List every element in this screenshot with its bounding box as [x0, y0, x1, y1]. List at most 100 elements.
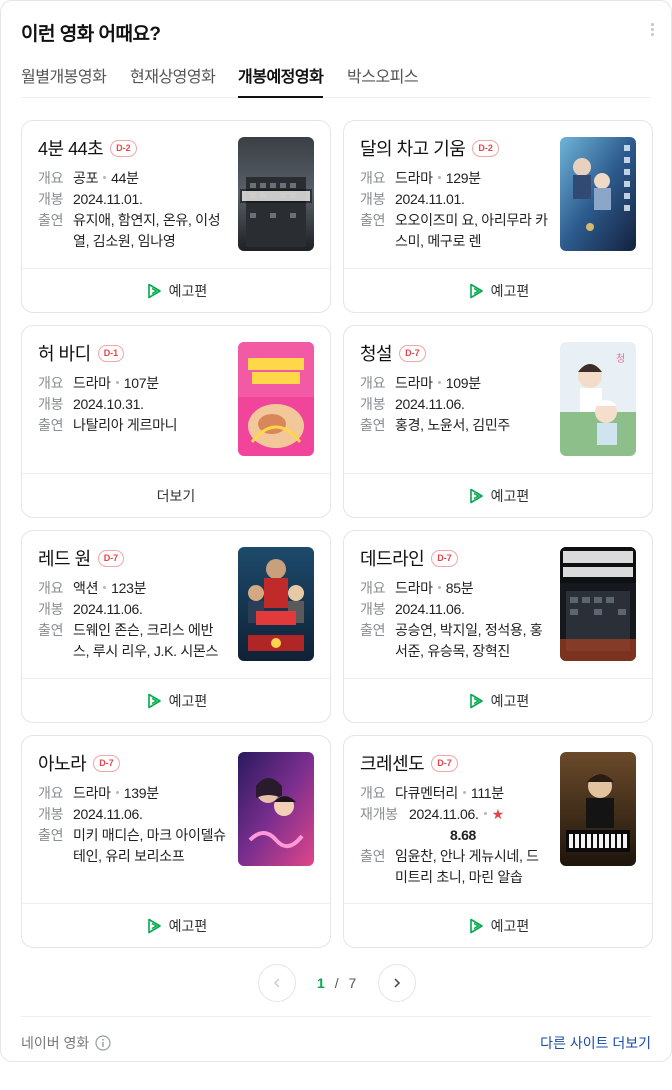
cast-label: 출연 — [38, 212, 64, 228]
movie-title[interactable]: 크레센도 — [360, 750, 425, 776]
movie-title[interactable]: 청설 — [360, 340, 393, 366]
source-label: 네이버 영화 — [21, 1035, 90, 1051]
trailer-button[interactable]: 예고편 — [22, 268, 330, 312]
movie-poster[interactable] — [238, 547, 314, 661]
trailer-label: 예고편 — [168, 917, 208, 934]
movie-card[interactable]: 4분 44초 D-2 개요 공포 44분 개봉 2024.11.01. 출연 유지애, 함… — [21, 120, 331, 313]
movie-title[interactable]: 아노라 — [38, 750, 87, 776]
overview-label: 개요 — [38, 375, 64, 391]
runtime: 107분 — [123, 375, 159, 391]
play-icon — [469, 918, 483, 933]
tab-now-showing[interactable]: 현재상영영화 — [130, 63, 216, 98]
runtime: 123분 — [111, 580, 147, 596]
release-date: 2024.11.06. — [409, 806, 479, 822]
more-vertical-icon[interactable] — [649, 21, 655, 41]
cast-label: 출연 — [38, 622, 64, 638]
cast-label: 출연 — [38, 827, 64, 843]
movie-card[interactable]: 레드 원 D-7 개요 액션 123분 개봉 2024.11.06. 출연 드웨인 존슨,… — [21, 530, 331, 723]
movie-card[interactable]: 허 바디 D-1 개요 드라마 107분 개봉 2024.10.31. 출연 나탈리아 게… — [21, 325, 331, 518]
movie-card[interactable]: 달의 차고 기움 D-2 개요 드라마 129분 개봉 2024.11.01. 출연 오오… — [343, 120, 653, 313]
movie-card[interactable]: 아노라 D-7 개요 드라마 139분 개봉 2024.11.06. 출연 미키 매디슨,… — [21, 735, 331, 948]
movie-poster[interactable] — [560, 752, 636, 866]
movie-card[interactable]: 데드라인 D-7 개요 드라마 85분 개봉 2024.11.06. 출연 공승연, 박지… — [343, 530, 653, 723]
genre: 드라마 — [395, 170, 433, 186]
prev-page-button[interactable] — [258, 964, 296, 1002]
cast-label: 출연 — [360, 212, 386, 228]
tab-monthly-release[interactable]: 월별개봉영화 — [21, 63, 107, 98]
info-icon[interactable] — [95, 1035, 111, 1051]
release-date: 2024.11.01. — [73, 191, 143, 207]
play-icon — [469, 283, 483, 298]
page-indicator: 1 / 7 — [317, 975, 356, 991]
more-label: 더보기 — [156, 487, 196, 504]
runtime: 129분 — [445, 170, 481, 186]
release-label: 개봉 — [38, 396, 64, 412]
chevron-left-icon — [273, 978, 280, 988]
genre: 액션 — [73, 580, 99, 596]
release-date: 2024.11.06. — [73, 601, 143, 617]
movie-info: 크레센도 D-7 개요 다큐멘터리 111분 재개봉 2024.11.06. ★ 8.68… — [360, 752, 550, 888]
movie-title[interactable]: 달의 차고 기움 — [360, 135, 466, 161]
movie-title[interactable]: 허 바디 — [38, 340, 91, 366]
panel-title: 이런 영화 어때요? — [21, 24, 161, 45]
movie-poster[interactable] — [238, 342, 314, 456]
movie-info: 허 바디 D-1 개요 드라마 107분 개봉 2024.10.31. 출연 나탈리아 게… — [38, 342, 228, 436]
runtime: 44분 — [111, 170, 139, 186]
panel-footer: 네이버 영화 다른 사이트 더보기 — [21, 1016, 651, 1063]
trailer-button[interactable]: 예고편 — [344, 473, 652, 517]
movie-poster[interactable] — [238, 137, 314, 251]
trailer-label: 예고편 — [490, 282, 530, 299]
play-icon — [147, 283, 161, 298]
cast-label: 출연 — [38, 417, 64, 433]
chevron-right-icon — [394, 978, 401, 988]
play-icon — [147, 693, 161, 708]
current-page: 1 — [317, 975, 325, 991]
runtime: 111분 — [470, 785, 504, 801]
movie-poster[interactable] — [560, 547, 636, 661]
genre: 드라마 — [73, 785, 111, 801]
runtime: 139분 — [123, 785, 159, 801]
movie-title[interactable]: 레드 원 — [38, 545, 91, 571]
trailer-button[interactable]: 예고편 — [344, 268, 652, 312]
movie-info: 데드라인 D-7 개요 드라마 85분 개봉 2024.11.06. 출연 공승연, 박지… — [360, 547, 550, 662]
dday-badge: D-2 — [110, 139, 137, 157]
trailer-label: 예고편 — [490, 487, 530, 504]
movie-title[interactable]: 4분 44초 — [38, 135, 104, 161]
more-button[interactable]: 더보기 — [22, 473, 330, 517]
movie-card[interactable]: 청설 D-7 개요 드라마 109분 개봉 2024.11.06. 출연 홍경, 노윤서,… — [343, 325, 653, 518]
movie-poster[interactable] — [560, 137, 636, 251]
overview-label: 개요 — [38, 785, 64, 801]
total-pages: 7 — [348, 975, 357, 991]
movie-poster[interactable]: 청 — [560, 342, 636, 456]
movie-card[interactable]: 크레센도 D-7 개요 다큐멘터리 111분 재개봉 2024.11.06. ★ 8.68… — [343, 735, 653, 948]
release-label: 개봉 — [38, 191, 64, 207]
movie-info: 달의 차고 기움 D-2 개요 드라마 129분 개봉 2024.11.01. 출연 오오… — [360, 137, 550, 252]
cast-list: 홍경, 노윤서, 김민주 — [395, 417, 510, 433]
page-separator: / — [334, 975, 339, 991]
cast-label: 출연 — [360, 417, 386, 433]
trailer-button[interactable]: 예고편 — [22, 678, 330, 722]
play-icon — [469, 488, 483, 503]
trailer-button[interactable]: 예고편 — [344, 903, 652, 947]
release-date: 2024.11.06. — [395, 601, 465, 617]
trailer-button[interactable]: 예고편 — [344, 678, 652, 722]
runtime: 85분 — [445, 580, 474, 596]
trailer-button[interactable]: 예고편 — [22, 903, 330, 947]
release-label: 개봉 — [38, 806, 64, 822]
release-label: 개봉 — [360, 601, 386, 617]
release-label: 개봉 — [360, 191, 386, 207]
rating: 8.68 — [450, 827, 477, 843]
genre: 드라마 — [395, 375, 433, 391]
svg-text:청: 청 — [616, 353, 625, 365]
movie-info: 청설 D-7 개요 드라마 109분 개봉 2024.11.06. 출연 홍경, 노윤서,… — [360, 342, 550, 436]
movie-poster[interactable] — [238, 752, 314, 866]
play-icon — [147, 918, 161, 933]
next-page-button[interactable] — [378, 964, 416, 1002]
cast-list: 공승연, 박지일, 정석용, 홍서준, 유승목, 장혁진 — [395, 622, 543, 659]
tab-upcoming[interactable]: 개봉예정영화 — [238, 63, 324, 98]
movie-title[interactable]: 데드라인 — [360, 545, 425, 571]
tab-box-office[interactable]: 박스오피스 — [347, 63, 419, 98]
overview-label: 개요 — [38, 580, 64, 596]
other-sites-link[interactable]: 다른 사이트 더보기 — [540, 1033, 651, 1053]
overview-label: 개요 — [38, 170, 64, 186]
